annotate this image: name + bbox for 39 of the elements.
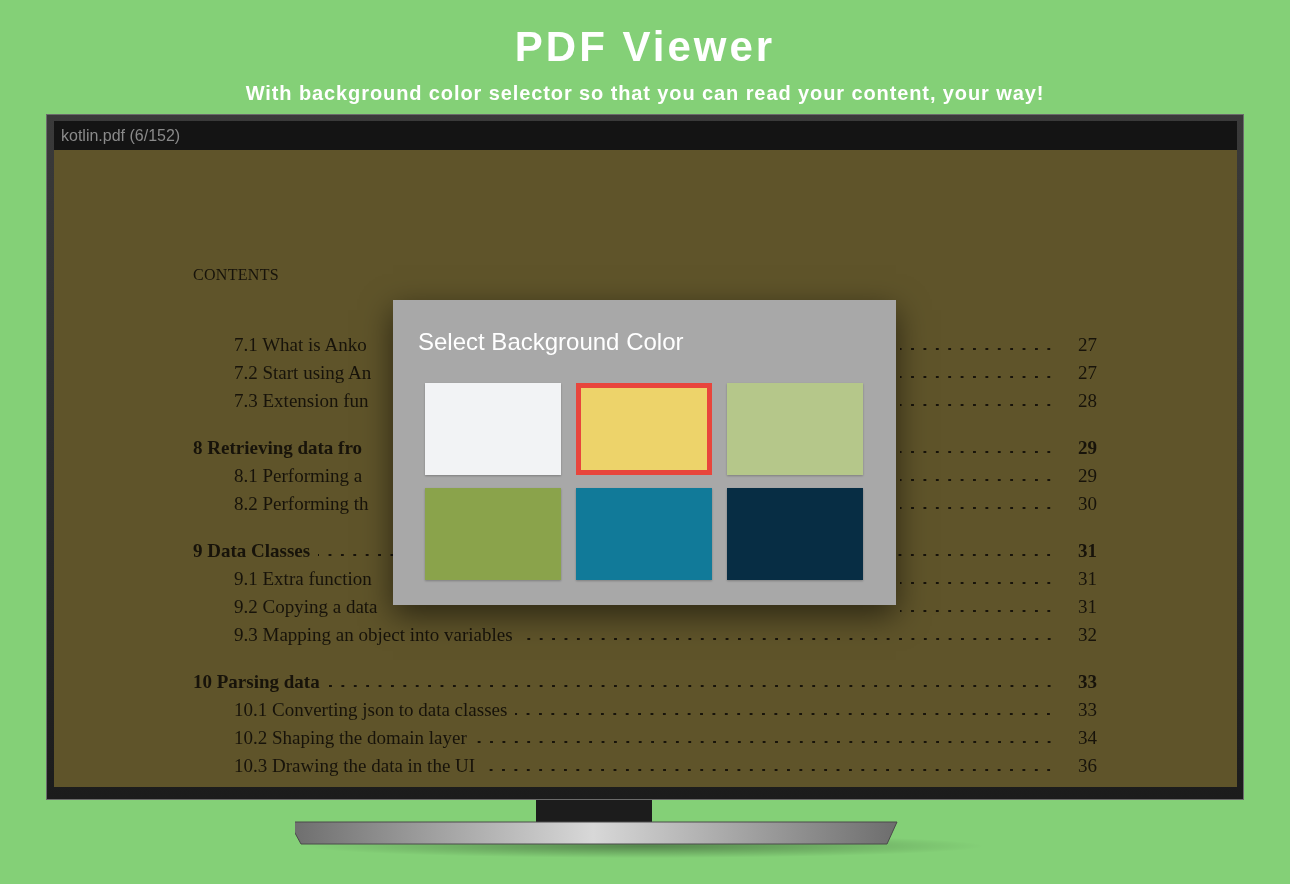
- section-title: 8.1 Performing a: [234, 464, 363, 488]
- section-title: 7.3 Extension fun: [234, 389, 369, 413]
- color-swatch[interactable]: [425, 488, 561, 580]
- color-swatch[interactable]: [576, 383, 712, 475]
- chapter-title: 9 Data Classes: [193, 539, 311, 563]
- page-number: 30: [1077, 492, 1097, 516]
- color-swatch[interactable]: [727, 383, 863, 475]
- page-number: 31: [1077, 567, 1097, 591]
- page-number: 36: [1077, 754, 1097, 778]
- section-title: 9.1 Extra function: [234, 567, 372, 591]
- section-title: 8.2 Performing th: [234, 492, 369, 516]
- section-title: 7.2 Start using An: [234, 361, 372, 385]
- title-bar: kotlin.pdf (6/152): [54, 121, 1237, 150]
- page-number: 34: [1077, 726, 1097, 750]
- page-number: 27: [1077, 333, 1097, 357]
- section-title: 7.1 What is Anko: [234, 333, 367, 357]
- section-title: 10.1 Converting json to data classes: [234, 698, 508, 722]
- section-title: 9.3 Mapping an object into variables: [234, 623, 513, 647]
- color-swatch[interactable]: [425, 383, 561, 475]
- color-swatch[interactable]: [727, 488, 863, 580]
- page-number: 31: [1077, 595, 1097, 619]
- page-number: 28: [1077, 389, 1097, 413]
- banner-title: PDF Viewer: [514, 22, 776, 72]
- page-number: 29: [1077, 436, 1097, 460]
- page-number: 29: [1077, 464, 1097, 488]
- page-number: 33: [1077, 698, 1097, 722]
- chapter-title: 10 Parsing data: [193, 670, 320, 694]
- page-number: 27: [1077, 361, 1097, 385]
- section-title: 10.3 Drawing the data in the UI: [234, 754, 476, 778]
- color-swatch[interactable]: [576, 488, 712, 580]
- chapter-title: 8 Retrieving data fro: [193, 436, 363, 460]
- section-title: 10.2 Shaping the domain layer: [234, 726, 467, 750]
- section-title: 9.2 Copying a data: [234, 595, 378, 619]
- banner-subtitle: With background color selector so that you can read your content, your way!: [245, 81, 1045, 106]
- page-number: 32: [1077, 623, 1097, 647]
- page-number: 33: [1077, 670, 1097, 694]
- dialog-title: Select Background Color: [418, 327, 685, 357]
- contents-heading: CONTENTS: [193, 265, 280, 285]
- page-number: 31: [1077, 539, 1097, 563]
